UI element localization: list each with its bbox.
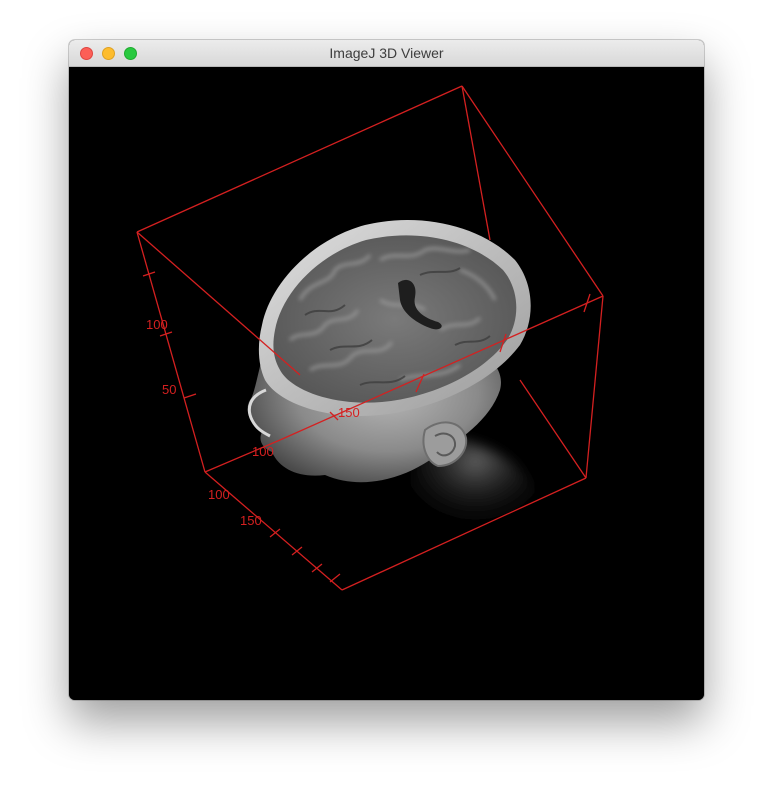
axis-label-150-diagonal: 150 bbox=[338, 405, 360, 420]
axis-label-50-vertical: 50 bbox=[162, 382, 176, 397]
volume-rendering-head bbox=[247, 220, 541, 536]
render-scene: 100 50 150 100 100 150 bbox=[136, 85, 604, 591]
axis-label-100-diagonal: 100 bbox=[252, 444, 274, 459]
axis-label-100-vertical: 100 bbox=[146, 317, 168, 332]
axis-label-100-horizontal: 100 bbox=[208, 487, 230, 502]
title-bar[interactable]: ImageJ 3D Viewer bbox=[69, 40, 704, 67]
imagej-3d-viewer-window: ImageJ 3D Viewer 100 50 150 100 100 150 bbox=[69, 40, 704, 700]
3d-viewport-canvas[interactable]: 100 50 150 100 100 150 bbox=[69, 67, 704, 700]
window-title: ImageJ 3D Viewer bbox=[329, 45, 444, 61]
axis-label-150-horizontal: 150 bbox=[240, 513, 262, 528]
desktop: ImageJ 3D Viewer 100 50 150 100 100 150 bbox=[0, 0, 773, 800]
